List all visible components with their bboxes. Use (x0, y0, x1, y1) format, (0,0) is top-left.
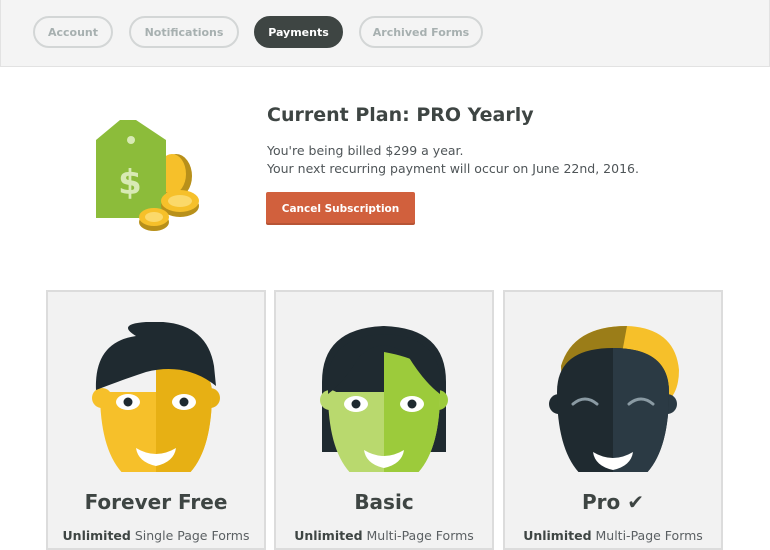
basic-plan-avatar (320, 326, 448, 472)
billing-info: You're being billed $299 a year. (267, 143, 464, 158)
plan-description: Unlimited Single Page Forms (62, 528, 250, 543)
plan-description: Unlimited Multi-Page Forms (294, 528, 474, 543)
svg-text:$: $ (118, 163, 142, 203)
checkmark-icon: ✔ (627, 490, 644, 514)
plan-name: Forever Free (84, 490, 228, 514)
tab-archived-forms[interactable]: Archived Forms (359, 16, 483, 48)
plan-card-forever-free[interactable]: Forever Free Unlimited Single Page Forms (46, 290, 266, 550)
price-tag-illustration: $ (96, 120, 199, 231)
cancel-subscription-button[interactable]: Cancel Subscription (266, 192, 415, 225)
tab-payments[interactable]: Payments (254, 16, 343, 48)
plan-description: Unlimited Multi-Page Forms (523, 528, 703, 543)
plan-name: Basic (354, 490, 414, 514)
plan-card-pro[interactable]: Pro ✔ Unlimited Multi-Page Forms (503, 290, 723, 550)
tab-account[interactable]: Account (33, 16, 113, 48)
plan-card-basic[interactable]: Basic Unlimited Multi-Page Forms (274, 290, 494, 550)
plan-name: Pro ✔ (582, 490, 644, 514)
pro-plan-avatar (549, 326, 679, 472)
tab-notifications[interactable]: Notifications (129, 16, 239, 48)
free-plan-avatar (92, 322, 220, 472)
current-plan-title: Current Plan: PRO Yearly (267, 104, 534, 126)
next-payment-info: Your next recurring payment will occur o… (267, 161, 639, 176)
settings-tab-bar: Account Notifications Payments Archived … (0, 0, 770, 67)
